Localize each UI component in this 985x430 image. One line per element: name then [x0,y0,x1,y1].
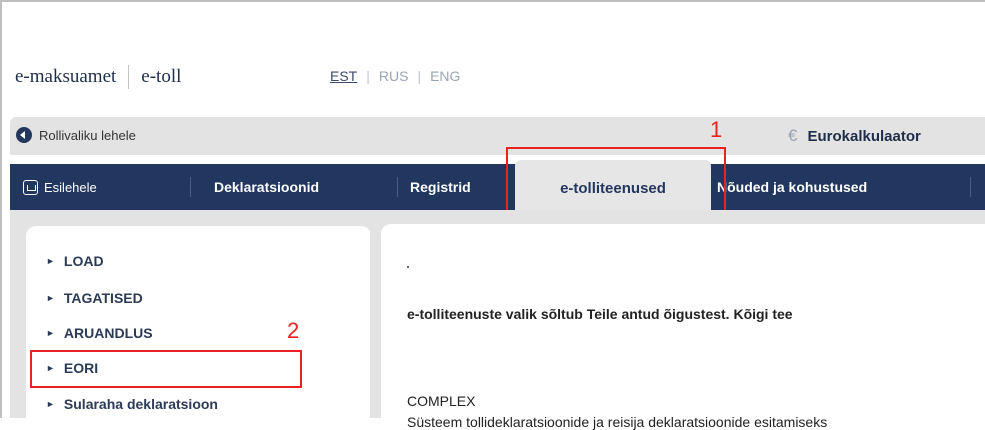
nav-divider [970,177,971,197]
sidebar-item-label: Sularaha deklaratsioon [63,396,218,412]
lang-eng[interactable]: ENG [430,68,460,84]
chevron-right-icon: ► [46,328,55,338]
home-icon [23,179,38,195]
main-nav: Esilehele Deklaratsioonid Registrid Nõud… [10,164,985,210]
annotation-number-2: 2 [287,318,300,343]
nav-registrid[interactable]: Registrid [410,164,471,210]
chevron-right-icon: ► [46,256,55,266]
nav-divider [190,177,191,197]
annotation-number-1: 1 [710,117,723,142]
sidebar-item-load[interactable]: ► LOAD [46,253,104,269]
annotation-box-2 [30,350,302,388]
sidebar-item-aruandlus[interactable]: ► ARUANDLUS [46,325,153,341]
lang-rus[interactable]: RUS [379,68,409,84]
nav-noudes-kohustused[interactable]: Nõuded ja kohustused [717,164,867,210]
sidebar-item-label: TAGATISED [63,290,143,306]
back-to-role-label: Rollivaliku lehele [39,127,136,143]
back-to-role-link[interactable]: Rollivaliku lehele [16,127,136,143]
content-dot [407,266,409,268]
content-section-title: COMPLEX [407,393,476,409]
lang-divider: | [366,68,370,84]
role-bar: Rollivaliku lehele € Eurokalkulaator [10,117,985,155]
sidebar-item-label: LOAD [63,253,104,269]
content-intro-text: e-tolliteenuste valik sõltub Teile antud… [407,306,793,322]
brand-e-toll[interactable]: e-toll [141,66,181,88]
nav-divider [397,177,398,197]
chevron-right-icon: ► [46,399,55,409]
brand: e-maksuamet e-toll [15,62,181,92]
nav-home[interactable]: Esilehele [23,164,97,210]
content-section-description: Süsteem tollideklaratsioonide ja reisija… [407,414,828,430]
chevron-right-icon: ► [46,293,55,303]
lang-divider: | [417,68,422,84]
window-border-left [0,0,2,418]
back-arrow-icon [16,127,32,143]
euro-icon: € [788,126,798,145]
sidebar-item-sularaha[interactable]: ► Sularaha deklaratsioon [46,396,218,412]
euro-calculator-link[interactable]: € Eurokalkulaator [788,126,921,146]
sidebar-item-label: ARUANDLUS [63,325,153,341]
lang-est[interactable]: EST [330,68,357,84]
language-switcher: EST | RUS | ENG [330,68,460,84]
brand-e-maksuamet[interactable]: e-maksuamet [15,66,116,88]
nav-deklaratsioonid[interactable]: Deklaratsioonid [214,164,319,210]
nav-home-label: Esilehele [44,179,97,195]
window-border-top [0,0,985,2]
brand-separator [128,65,130,89]
euro-calculator-label: Eurokalkulaator [807,127,921,145]
sidebar-item-tagatised[interactable]: ► TAGATISED [46,290,143,306]
